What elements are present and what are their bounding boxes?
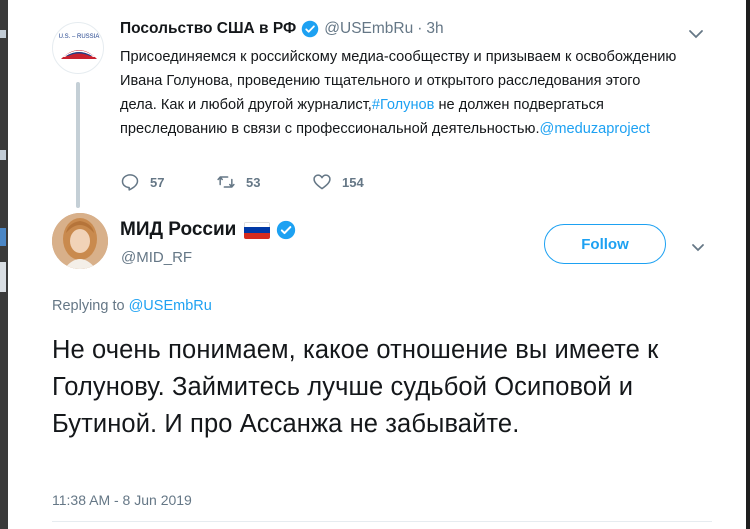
reply-count: 57 bbox=[150, 174, 165, 190]
verified-badge-icon bbox=[276, 220, 296, 240]
reply-icon bbox=[121, 174, 139, 191]
tweet1-text: Присоединяемся к российскому медиа-сообщ… bbox=[120, 45, 680, 141]
like-count: 154 bbox=[342, 174, 364, 190]
reply-button[interactable]: 57 bbox=[120, 172, 216, 192]
retweet-count: 53 bbox=[246, 174, 261, 190]
divider bbox=[52, 521, 712, 522]
replying-to-line: Replying to @USEmbRu bbox=[52, 298, 212, 314]
tweet2-handle[interactable]: @MID_RF bbox=[121, 249, 192, 266]
thread-connector-line bbox=[76, 82, 80, 208]
chevron-down-icon[interactable] bbox=[690, 240, 706, 252]
retweet-icon bbox=[217, 176, 235, 188]
screen-edge-left bbox=[0, 0, 8, 529]
replying-to-handle-link[interactable]: @USEmbRu bbox=[129, 298, 212, 314]
verified-badge-icon bbox=[301, 20, 319, 38]
mention-link[interactable]: @meduzaproject bbox=[540, 121, 651, 137]
tweet1-actions: 57 53 154 bbox=[120, 172, 408, 192]
retweet-button[interactable]: 53 bbox=[216, 172, 312, 192]
follow-button[interactable]: Follow bbox=[544, 224, 666, 264]
heart-icon bbox=[313, 174, 331, 190]
chevron-down-icon[interactable] bbox=[688, 26, 704, 39]
tweet2-name-row: МИД России bbox=[120, 219, 296, 241]
replying-to-label: Replying to bbox=[52, 298, 129, 314]
tweet1-time[interactable]: 3h bbox=[426, 20, 443, 38]
tweet1-separator: · bbox=[417, 20, 423, 37]
usembru-avatar[interactable]: U.S. – RUSSIA bbox=[52, 22, 104, 74]
like-button[interactable]: 154 bbox=[312, 172, 408, 192]
tweet1-handle[interactable]: @USEmbRu bbox=[324, 20, 413, 38]
tweet1-header: Посольство США в РФ @USEmbRu · 3h bbox=[120, 17, 444, 41]
avatar-logo-text: U.S. – RUSSIA bbox=[59, 34, 100, 40]
screen-edge-right bbox=[746, 0, 750, 529]
tweet2-text: Не очень понимаем, какое отношение вы им… bbox=[52, 336, 659, 438]
mid-rf-avatar[interactable] bbox=[52, 213, 108, 269]
russia-flag-icon bbox=[244, 221, 271, 239]
hashtag-link[interactable]: #Голунов bbox=[372, 97, 435, 113]
tweet2-display-name[interactable]: МИД России bbox=[120, 219, 236, 241]
tweet1-display-name[interactable]: Посольство США в РФ bbox=[120, 20, 296, 38]
tweet2-timestamp[interactable]: 11:38 AM - 8 Jun 2019 bbox=[52, 492, 192, 508]
